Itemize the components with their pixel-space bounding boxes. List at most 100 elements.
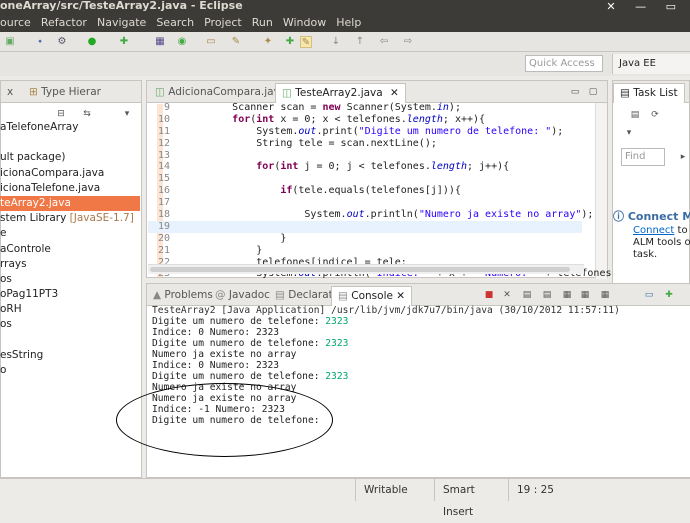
tree-item[interactable]: aTelefoneArray: [0, 120, 140, 135]
tree-item[interactable]: aControle: [0, 242, 140, 257]
tree-item[interactable]: os: [0, 317, 140, 332]
debug-icon[interactable]: ⬩: [34, 36, 46, 48]
perspective-switcher[interactable]: Java EE: [612, 54, 690, 74]
maximize-icon[interactable]: ▢: [587, 86, 599, 98]
all-tasks-icon[interactable]: ▸: [677, 151, 689, 163]
code-text: for(int j = 0; j < telefones.length; j++…: [256, 161, 510, 173]
tab-task-list[interactable]: ▤ Task List: [613, 83, 685, 103]
open-task-icon[interactable]: ✎: [230, 36, 242, 48]
synchronize-icon[interactable]: ⟳: [649, 109, 661, 121]
minimize-icon[interactable]: ▭: [569, 86, 581, 98]
tree-item[interactable]: oPag11PT3: [0, 287, 140, 302]
open-type-icon[interactable]: ▭: [205, 36, 217, 48]
tab-console[interactable]: ▤ Console ✕: [331, 286, 413, 306]
quick-access-input[interactable]: Quick Access: [525, 55, 603, 72]
tree-item[interactable]: stem Library [JavaSE-1.7]: [0, 211, 140, 226]
back-icon[interactable]: ⇦: [378, 36, 390, 48]
console-user-input: 2323: [325, 371, 349, 382]
tab-type-hierarchy[interactable]: ⊞ Type Hierar: [23, 83, 107, 103]
new-task-icon[interactable]: ▤: [629, 109, 641, 121]
window-controls[interactable]: ✕ — ▭: [606, 1, 684, 13]
tree-item[interactable]: icionaTelefone.java: [0, 181, 140, 196]
task-find-input[interactable]: Find: [621, 148, 665, 166]
collapse-all-icon[interactable]: ⊟: [55, 108, 67, 120]
code-text: }: [184, 244, 263, 256]
menu-item[interactable]: ource: [0, 14, 31, 32]
scroll-lock-icon[interactable]: ▤: [541, 289, 553, 301]
console-line: Numero ja existe no array: [152, 349, 620, 360]
tree-item[interactable]: e: [0, 226, 140, 241]
new-console-icon[interactable]: ✚: [663, 289, 675, 301]
code-line: 19: [148, 220, 582, 233]
window-title-bar: oneArray/src/TesteArray2.java - Eclipse …: [0, 0, 690, 14]
tree-item[interactable]: ult package): [0, 150, 140, 165]
settings-icon[interactable]: ⚙: [56, 36, 68, 48]
menu-item[interactable]: Project: [204, 14, 242, 32]
remove-launch-icon[interactable]: ✕: [501, 289, 513, 301]
new-icon[interactable]: ▣: [4, 36, 16, 48]
perspective-label: Java EE: [619, 58, 656, 69]
tree-item[interactable]: [0, 135, 140, 150]
connect-link[interactable]: Connect: [633, 225, 674, 236]
forward-icon[interactable]: ⇨: [402, 36, 414, 48]
tree-item[interactable]: os: [0, 272, 140, 287]
code-area[interactable]: 9 Scanner scan = new Scanner(System.in);…: [148, 102, 630, 280]
toggle-mark-icon[interactable]: ✚: [284, 36, 296, 48]
link-editor-icon[interactable]: ⇆: [81, 108, 93, 120]
tab-package-explorer-close[interactable]: x: [1, 83, 19, 103]
tree-item[interactable]: oRH: [0, 302, 140, 317]
menu-item[interactable]: Help: [336, 14, 361, 32]
tab-javadoc[interactable]: @ Javadoc: [209, 286, 276, 306]
tree-item[interactable]: esString: [0, 348, 140, 363]
menu-item[interactable]: Run: [252, 14, 273, 32]
tab-adicionacompara[interactable]: ◫ AdicionaCompara.java: [149, 83, 292, 103]
console-output-text: Numero ja existe no array: [152, 349, 297, 360]
tree-item[interactable]: icionaCompara.java: [0, 166, 140, 181]
run-icon[interactable]: ●: [86, 36, 98, 48]
problems-icon: ▲: [153, 289, 165, 301]
tab-testearray2[interactable]: ◫ TesteArray2.java ✕: [275, 83, 406, 103]
scrollbar-thumb[interactable]: [150, 267, 570, 272]
pin-console-icon[interactable]: ▦: [561, 289, 573, 301]
horizontal-scrollbar[interactable]: [148, 264, 584, 274]
code-line: 20 }: [148, 233, 582, 245]
tree-item-label: icionaTelefone.java: [0, 181, 101, 194]
view-menu-icon[interactable]: ▾: [121, 108, 133, 120]
annotation-next-icon[interactable]: ↓: [330, 36, 342, 48]
tree-item[interactable]: rrays: [0, 257, 140, 272]
menu-item[interactable]: Navigate: [97, 14, 146, 32]
new-project-icon[interactable]: ▦: [154, 36, 166, 48]
tree-item[interactable]: [0, 333, 140, 348]
terminate-icon[interactable]: ■: [483, 289, 495, 301]
view-menu-icon[interactable]: ▾: [623, 127, 635, 139]
clear-console-icon[interactable]: ▤: [521, 289, 533, 301]
show-on-output-icon[interactable]: ▦: [579, 289, 591, 301]
run-external-icon[interactable]: ✚: [118, 36, 130, 48]
tab-adicionacompara-label: AdicionaCompara.java: [168, 86, 287, 98]
java-file-icon: ◫: [282, 87, 292, 99]
menu-item[interactable]: Window: [283, 14, 326, 32]
tree-item-label: oPag11PT3: [0, 288, 59, 301]
close-icon[interactable]: ✕: [393, 290, 405, 302]
connect-title: ⓘ Connect M: [613, 211, 690, 223]
code-line: 13: [148, 150, 582, 162]
line-number: 12: [157, 137, 170, 149]
open-console-icon[interactable]: ▭: [643, 289, 655, 301]
window-title: oneArray/src/TesteArray2.java - Eclipse: [0, 0, 243, 12]
highlight-icon[interactable]: ✎: [300, 36, 312, 48]
tree-item[interactable]: o: [0, 363, 140, 378]
declaration-icon: ▤: [275, 289, 289, 301]
code-text: for(int x = 0; x < telefones.length; x++…: [232, 113, 486, 125]
tree-item-label: aControle: [0, 242, 51, 255]
close-icon[interactable]: ✕: [390, 87, 399, 99]
task-list-tabs: ▤ Task List: [613, 81, 689, 103]
main-toolbar: ▣ ⬩ ⚙ ● ✚ ▦ ◉ ▭ ✎ ✦ ✚ ✎ ↓ ↑ ⇦ ⇨: [0, 32, 690, 52]
console-icon: ▤: [338, 290, 352, 302]
tree-item[interactable]: teArray2.java: [0, 195, 140, 212]
menu-item[interactable]: Refactor: [41, 14, 87, 32]
display-console-icon[interactable]: ▦: [599, 289, 611, 301]
annotation-prev-icon[interactable]: ↑: [354, 36, 366, 48]
search-icon[interactable]: ✦: [262, 36, 274, 48]
menu-item[interactable]: Search: [156, 14, 194, 32]
new-class-icon[interactable]: ◉: [176, 36, 188, 48]
